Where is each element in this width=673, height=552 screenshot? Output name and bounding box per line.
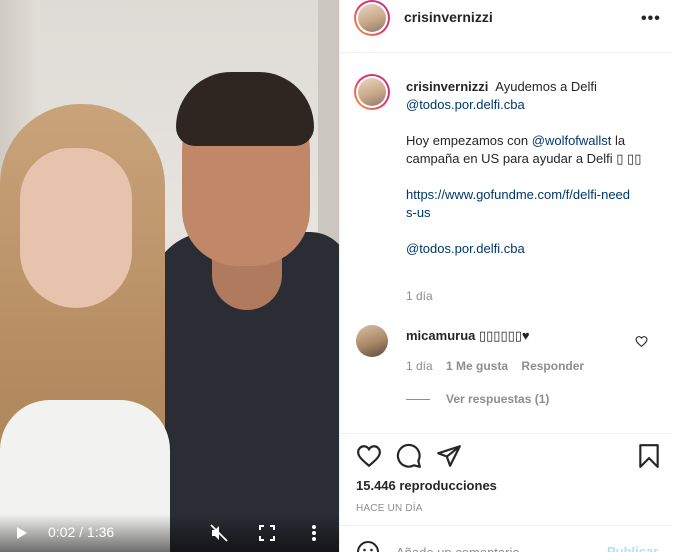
header-username[interactable]: crisinvernizzi xyxy=(404,9,493,25)
post-timestamp[interactable]: HACE UN DÍA xyxy=(356,503,423,514)
video-person-man-hair xyxy=(176,72,314,146)
caption-text: Hoy empezamos con xyxy=(406,133,529,148)
more-horizontal-icon[interactable]: ••• xyxy=(641,10,661,28)
comment-input[interactable] xyxy=(396,543,586,552)
video-person-woman-face xyxy=(20,148,132,308)
mention-link[interactable]: @wolfofwallst xyxy=(532,133,612,148)
video-controls: 0:02 / 1:36 xyxy=(0,514,339,552)
caption-username[interactable]: crisinvernizzi xyxy=(406,79,488,94)
emoji-icon[interactable] xyxy=(356,540,380,552)
view-count[interactable]: 15.446 reproducciones xyxy=(356,478,497,493)
muted-speaker-icon[interactable] xyxy=(210,524,228,542)
divider-line xyxy=(406,399,430,401)
publish-button[interactable]: Publicar xyxy=(607,544,658,552)
post-header: crisinvernizzi ••• xyxy=(340,0,673,53)
comment: micamurua ▯▯▯▯▯▯♥ xyxy=(406,328,530,344)
comment-likes[interactable]: 1 Me gusta xyxy=(446,359,508,373)
reply-button[interactable]: Responder xyxy=(521,359,584,373)
avatar-photo xyxy=(358,78,386,106)
mention-link[interactable]: @todos.por.delfi.cba xyxy=(406,241,525,256)
external-link[interactable]: https://www.gofundme.com/f/delfi-needs-u… xyxy=(406,187,630,220)
video-time: 0:02 / 1:36 xyxy=(48,524,115,540)
caption: crisinvernizzi Ayudemos a Delfi @todos.p… xyxy=(406,78,656,258)
caption-avatar[interactable] xyxy=(354,74,390,110)
comment-meta: 1 día 1 Me gusta Responder xyxy=(406,359,594,373)
comment-body: ▯▯▯▯▯▯♥ xyxy=(479,328,530,343)
fullscreen-icon[interactable] xyxy=(259,525,275,541)
comment-username[interactable]: micamurua xyxy=(406,328,475,343)
heart-icon[interactable] xyxy=(635,335,648,348)
avatar[interactable] xyxy=(354,0,390,36)
view-replies-button[interactable]: Ver respuestas (1) xyxy=(406,392,549,406)
play-icon[interactable] xyxy=(17,527,27,539)
video-background-frame xyxy=(318,0,339,260)
comments-section: crisinvernizzi Ayudemos a Delfi @todos.p… xyxy=(340,54,673,434)
post-details-panel: crisinvernizzi ••• crisinvernizzi Ayudem… xyxy=(339,0,673,552)
caption-time[interactable]: 1 día xyxy=(406,289,433,303)
caption-intro: Ayudemos a Delfi xyxy=(495,79,597,94)
mention-link[interactable]: @todos.por.delfi.cba xyxy=(406,97,525,112)
heart-icon[interactable] xyxy=(356,443,382,469)
comment-time[interactable]: 1 día xyxy=(406,359,433,373)
add-comment-bar: Publicar xyxy=(340,525,673,552)
share-icon[interactable] xyxy=(436,443,462,469)
view-replies-label: Ver respuestas (1) xyxy=(446,392,550,406)
video-player[interactable]: 0:02 / 1:36 xyxy=(0,0,339,552)
post-actions xyxy=(340,435,673,479)
comment-icon[interactable] xyxy=(396,443,422,469)
avatar-photo xyxy=(358,4,386,32)
bookmark-icon[interactable] xyxy=(636,443,662,469)
more-vertical-icon[interactable] xyxy=(309,523,319,543)
comment-avatar[interactable] xyxy=(356,325,388,357)
